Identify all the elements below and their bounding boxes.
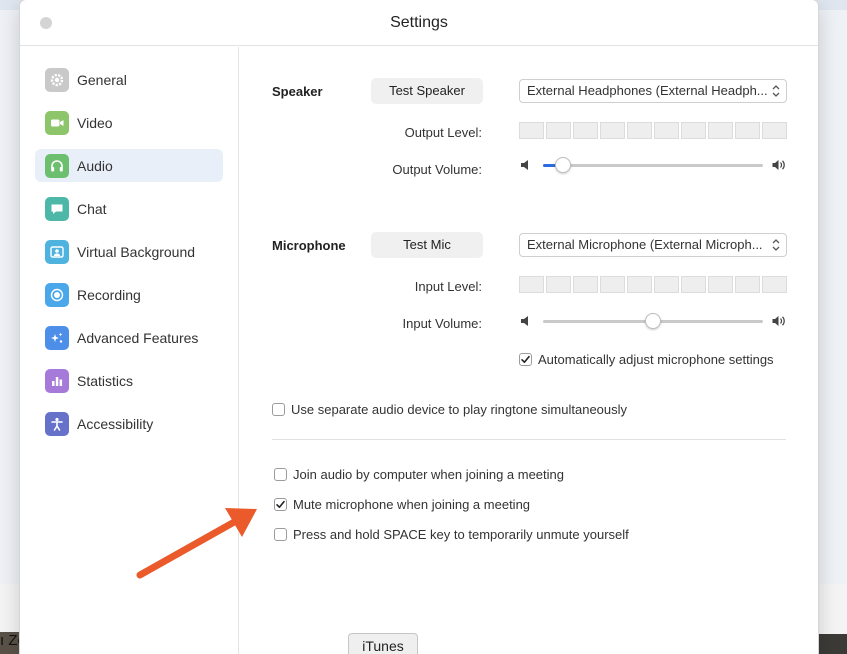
join-audio-checkbox[interactable] [274,467,287,481]
person-frame-icon [45,240,69,264]
speaker-device-value: External Headphones (External Headph... [527,83,768,98]
input-volume-label: Input Volume: [402,316,483,331]
microphone-device-select[interactable]: External Microphone (External Microph... [519,233,787,257]
separate-ringtone-label: Use separate audio device to play ringto… [291,401,628,417]
sidebar-item-label: Statistics [77,373,134,389]
space-unmute-label: Press and hold SPACE key to temporarily … [293,526,629,542]
section-divider [272,439,786,440]
output-level-label: Output Level: [404,125,482,140]
microphone-section-label: Microphone [272,238,346,253]
auto-adjust-mic-option[interactable]: Automatically adjust microphone settings [519,351,774,367]
speaker-device-select[interactable]: External Headphones (External Headph... [519,79,787,103]
settings-sidebar: General Video Audio Chat Virtual Backgro… [20,47,239,654]
headphones-icon [45,154,69,178]
sidebar-item-video[interactable]: Video [35,106,223,139]
sidebar-item-label: Audio [77,158,113,174]
output-level-meter [519,122,787,139]
sidebar-item-label: Virtual Background [77,244,196,260]
sidebar-item-chat[interactable]: Chat [35,192,223,225]
slider-track [543,164,763,167]
sidebar-item-label: Recording [77,287,141,303]
settings-window: Settings General Video Audio Chat Virtua… [20,0,818,654]
test-mic-button[interactable]: Test Mic [371,232,483,258]
select-chevron-icon [771,83,781,102]
slider-thumb[interactable] [554,157,571,173]
sidebar-item-recording[interactable]: Recording [35,278,223,311]
window-title: Settings [390,14,448,31]
input-level-meter [519,276,787,293]
sidebar-item-label: General [77,72,127,88]
bar-chart-icon [45,369,69,393]
slider-fill [543,320,653,323]
sidebar-item-virtual-background[interactable]: Virtual Background [35,235,223,268]
test-speaker-button[interactable]: Test Speaker [371,78,483,104]
output-volume-slider[interactable] [519,156,787,174]
input-volume-slider[interactable] [519,312,787,330]
sidebar-item-statistics[interactable]: Statistics [35,364,223,397]
mute-on-join-checkbox[interactable] [274,497,287,511]
desktop-thumbnail-right [819,634,847,654]
select-chevron-icon [771,237,781,256]
sidebar-item-general[interactable]: General [35,63,223,96]
title-bar: Settings [20,0,818,46]
separate-ringtone-checkbox[interactable] [272,402,285,416]
slider-thumb[interactable] [645,313,661,329]
audio-settings-panel: Speaker Test Speaker External Headphones… [240,47,818,654]
record-icon [45,283,69,307]
auto-adjust-mic-label: Automatically adjust microphone settings [538,351,774,367]
microphone-device-value: External Microphone (External Microph... [527,237,763,252]
video-camera-icon [45,111,69,135]
volume-low-icon [519,157,533,176]
join-audio-label: Join audio by computer when joining a me… [293,466,565,482]
output-volume-label: Output Volume: [392,162,482,177]
sidebar-item-advanced-features[interactable]: Advanced Features [35,321,223,354]
space-unmute-option[interactable]: Press and hold SPACE key to temporarily … [274,526,629,542]
auto-adjust-mic-checkbox[interactable] [519,352,532,366]
volume-high-icon [771,313,787,332]
mute-on-join-label: Mute microphone when joining a meeting [293,496,531,512]
separate-ringtone-option[interactable]: Use separate audio device to play ringto… [272,401,627,417]
sidebar-item-label: Accessibility [77,416,154,432]
dock-tooltip: iTunes [348,633,418,654]
input-level-label: Input Level: [414,279,482,294]
speaker-section-label: Speaker [272,84,323,99]
sidebar-item-audio[interactable]: Audio [35,149,223,182]
gear-icon [45,68,69,92]
volume-low-icon [519,313,533,332]
volume-high-icon [771,157,787,176]
join-audio-option[interactable]: Join audio by computer when joining a me… [274,466,564,482]
space-unmute-checkbox[interactable] [274,527,287,541]
sidebar-item-label: Chat [77,201,107,217]
sidebar-item-label: Advanced Features [77,330,199,346]
mute-on-join-option[interactable]: Mute microphone when joining a meeting [274,496,530,512]
sidebar-item-label: Video [77,115,113,131]
chat-bubble-icon [45,197,69,221]
accessibility-icon [45,412,69,436]
sparkle-icon [45,326,69,350]
sidebar-item-accessibility[interactable]: Accessibility [35,407,223,440]
